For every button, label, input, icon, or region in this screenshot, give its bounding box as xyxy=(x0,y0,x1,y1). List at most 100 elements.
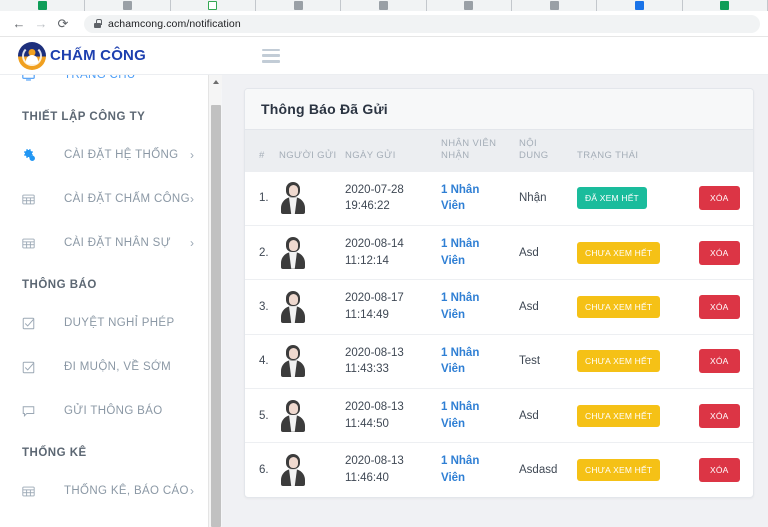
delete-button[interactable]: XÓA xyxy=(699,186,740,211)
row-date-time: 11:12:14 xyxy=(345,254,389,267)
column-header-status: TRẠNG THÁI xyxy=(573,130,693,172)
row-content: Test xyxy=(515,334,573,390)
sidebar-item-attendance-settings[interactable]: CÀI ĐẶT CHẤM CÔNG › xyxy=(0,177,208,221)
delete-button[interactable]: XÓA xyxy=(699,349,740,374)
row-date-time: 11:43:33 xyxy=(345,363,389,376)
forward-arrow-icon[interactable]: → xyxy=(30,13,52,35)
sidebar-scrollbar[interactable] xyxy=(208,75,222,527)
employee-count-link[interactable]: 1 Nhân Viên xyxy=(441,182,479,215)
chevron-right-icon: › xyxy=(190,484,194,498)
sidebar-item-send-notification-label: GỬI THÔNG BÁO xyxy=(64,405,163,417)
sidebar-item-statistics-reports-label: THỐNG KÊ, BÁO CÁO xyxy=(64,485,189,497)
row-date-day: 2020-08-14 xyxy=(345,238,404,251)
row-employee: 1 Nhân Viên xyxy=(437,443,515,497)
chevron-right-icon: › xyxy=(190,192,194,206)
brand-logo-link[interactable]: CHẤM CÔNG xyxy=(18,41,146,70)
sidebar: TRANG CHỦ THIẾT LẬP CÔNG TY CÀI ĐẶT HỆ T… xyxy=(0,75,208,527)
employee-count-link[interactable]: 1 Nhân Viên xyxy=(441,236,479,269)
employee-count-link[interactable]: 1 Nhân Viên xyxy=(441,453,479,486)
row-content: Asd xyxy=(515,225,573,281)
status-badge[interactable]: CHƯA XEM HẾT xyxy=(577,459,661,482)
gear-icon xyxy=(22,148,44,162)
table-icon xyxy=(22,193,44,206)
browser-tab-strip[interactable] xyxy=(0,0,768,11)
grey-icon xyxy=(122,1,132,10)
back-arrow-icon[interactable]: ← xyxy=(8,13,30,35)
status-badge[interactable]: ĐÃ XEM HẾT xyxy=(577,187,647,210)
delete-button[interactable]: XÓA xyxy=(699,403,740,428)
browser-tab[interactable] xyxy=(170,0,256,11)
table-row: 6. 2020-08-13 11:46:40 1 Nhân Viên Asdasd CHƯA… xyxy=(245,443,753,497)
sidebar-item-send-notification[interactable]: GỬI THÔNG BÁO xyxy=(0,389,208,433)
row-sender xyxy=(275,388,341,444)
browser-tab[interactable] xyxy=(426,0,512,11)
page-title: Thông Báo Đã Gửi xyxy=(261,101,388,117)
scroll-up-arrow-icon[interactable] xyxy=(209,75,222,89)
status-badge[interactable]: CHƯA XEM HẾT xyxy=(577,241,661,264)
drive-icon xyxy=(208,1,218,10)
row-date: 2020-07-28 19:46:22 xyxy=(341,171,437,227)
browser-tab[interactable] xyxy=(341,0,427,11)
employee-count-link[interactable]: 1 Nhân Viên xyxy=(441,399,479,432)
address-bar[interactable]: achamcong.com/notification xyxy=(84,14,760,33)
row-status: CHƯA XEM HẾT xyxy=(573,334,693,390)
sheets-icon xyxy=(720,1,730,10)
row-employee: 1 Nhân Viên xyxy=(437,171,515,227)
avatar xyxy=(279,291,307,324)
table-row: 2. 2020-08-14 11:12:14 1 Nhân Viên Asd CHƯA XE… xyxy=(245,225,753,281)
row-status: CHƯA XEM HẾT xyxy=(573,443,693,497)
browser-tab[interactable] xyxy=(85,0,171,11)
browser-chrome: ← → ⟳ achamcong.com/notification xyxy=(0,0,768,37)
browser-tab[interactable] xyxy=(597,0,683,11)
hamburger-icon[interactable] xyxy=(261,48,280,63)
browser-tab[interactable] xyxy=(511,0,598,11)
row-date-day: 2020-08-17 xyxy=(345,292,404,305)
sidebar-item-home[interactable]: TRANG CHỦ xyxy=(0,75,208,97)
check-square-icon xyxy=(22,361,44,374)
browser-tab[interactable] xyxy=(682,0,768,11)
employee-count-link[interactable]: 1 Nhân Viên xyxy=(441,290,479,323)
table-row: 5. 2020-08-13 11:44:50 1 Nhân Viên Asd CHƯA XE… xyxy=(245,388,753,444)
row-date: 2020-08-13 11:44:50 xyxy=(341,388,437,444)
status-badge[interactable]: CHƯA XEM HẾT xyxy=(577,350,661,373)
row-sender xyxy=(275,225,341,281)
sidebar-item-home-label: TRANG CHỦ xyxy=(64,75,136,81)
status-badge[interactable]: CHƯA XEM HẾT xyxy=(577,296,661,319)
delete-button[interactable]: XÓA xyxy=(699,240,740,265)
sidebar-item-system-settings[interactable]: CÀI ĐẶT HỆ THỐNG › xyxy=(0,133,208,177)
chevron-right-icon: › xyxy=(190,236,194,250)
chevron-right-icon: › xyxy=(190,148,194,162)
row-index: 5. xyxy=(245,388,275,444)
comment-icon xyxy=(22,405,44,418)
row-status: CHƯA XEM HẾT xyxy=(573,388,693,444)
employee-count-link[interactable]: 1 Nhân Viên xyxy=(441,345,479,378)
row-status: CHƯA XEM HẾT xyxy=(573,225,693,281)
row-date-day: 2020-08-13 xyxy=(345,401,404,414)
delete-button[interactable]: XÓA xyxy=(699,458,740,483)
sidebar-item-statistics-reports[interactable]: THỐNG KÊ, BÁO CÁO › xyxy=(0,469,208,513)
table-row: 4. 2020-08-13 11:43:33 1 Nhân Viên Test CHƯA X… xyxy=(245,334,753,390)
sidebar-item-approve-leave[interactable]: DUYỆT NGHỈ PHÉP xyxy=(0,301,208,345)
sidebar-scroll-content: TRANG CHỦ THIẾT LẬP CÔNG TY CÀI ĐẶT HỆ T… xyxy=(0,75,208,527)
sidebar-item-attendance-settings-label: CÀI ĐẶT CHẤM CÔNG xyxy=(64,193,190,205)
notifications-table: # NGƯỜI GỬI NGÀY GỬI NHÂN VIÊN NHẬN NỘI … xyxy=(245,130,753,497)
sidebar-scrollbar-thumb[interactable] xyxy=(210,105,221,527)
status-badge[interactable]: CHƯA XEM HẾT xyxy=(577,404,661,427)
row-status: ĐÃ XEM HẾT xyxy=(573,171,693,227)
sidebar-heading-company: THIẾT LẬP CÔNG TY xyxy=(22,111,146,123)
browser-tab[interactable] xyxy=(255,0,342,11)
delete-button[interactable]: XÓA xyxy=(699,295,740,320)
row-date-time: 11:46:40 xyxy=(345,472,389,485)
grey-icon xyxy=(464,1,474,10)
sidebar-item-late-early[interactable]: ĐI MUỘN, VỀ SỚM xyxy=(0,345,208,389)
row-content: Asdasd xyxy=(519,464,558,477)
row-date: 2020-08-13 11:46:40 xyxy=(341,443,437,497)
row-sender xyxy=(275,443,341,497)
avatar xyxy=(279,345,307,378)
avatar xyxy=(279,236,307,269)
column-header-content: NỘI DUNG xyxy=(515,130,573,172)
sidebar-item-hr-settings[interactable]: CÀI ĐẶT NHÂN SỰ › xyxy=(0,221,208,265)
browser-tab[interactable] xyxy=(0,0,86,11)
reload-icon[interactable]: ⟳ xyxy=(52,13,74,35)
sidebar-item-logout[interactable]: ĐĂNG XUẤT xyxy=(0,513,208,527)
